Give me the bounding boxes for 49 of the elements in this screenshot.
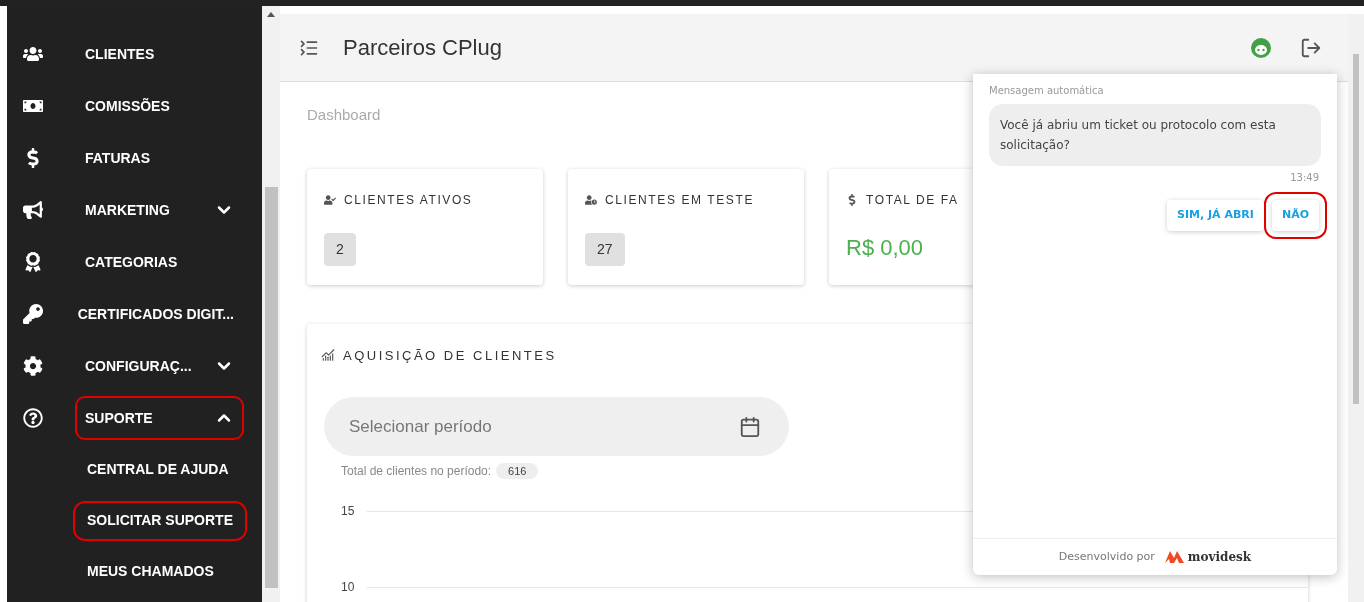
count-badge: 27 xyxy=(585,232,625,266)
card-title: CLIENTES ATIVOS xyxy=(344,191,473,209)
help-icon xyxy=(23,408,43,428)
period-input[interactable]: Selecionar período xyxy=(349,413,739,440)
user-check-icon xyxy=(324,193,336,206)
nav-item[interactable]: FATURAS xyxy=(75,136,244,180)
nav-subitem[interactable]: MEUS CHAMADOS xyxy=(73,551,228,592)
page-scrollbar[interactable] xyxy=(1348,14,1364,602)
nav-subitem[interactable]: CENTRAL DE AJUDA xyxy=(73,449,243,490)
nav-item[interactable]: CERTIFICADOS DIGIT... xyxy=(67,292,244,336)
total-label: Total de clientes no período: xyxy=(341,463,492,480)
nav-item[interactable]: CLIENTES xyxy=(75,32,244,76)
menu-icon[interactable] xyxy=(299,37,319,58)
nav-item[interactable]: MARKETING xyxy=(75,188,244,232)
support-agent-icon[interactable] xyxy=(1250,36,1272,59)
dollar-icon xyxy=(846,193,858,206)
axis-tick-label: 10 xyxy=(341,579,356,596)
message-bubble: Você já abriu um ticket ou protocolo com esta solicitação? xyxy=(989,104,1321,166)
users-icon xyxy=(23,44,43,64)
settings-icon xyxy=(23,356,43,376)
axis-tick-label: 15 xyxy=(341,503,356,520)
app-title: Parceiros CPlug xyxy=(343,34,502,62)
nav-item[interactable]: SUPORTE xyxy=(75,396,244,440)
nav-item[interactable]: CATEGORIAS xyxy=(75,240,244,284)
scroll-up-icon[interactable] xyxy=(267,12,275,17)
user-clock-icon xyxy=(585,193,597,206)
total-badge: 616 xyxy=(496,462,539,480)
nav-item[interactable]: COMISSÕES xyxy=(75,84,244,128)
logout-icon[interactable] xyxy=(1300,36,1322,59)
sender-label: Mensagem automática xyxy=(989,84,1105,98)
brand-name: movidesk xyxy=(1187,549,1252,566)
chart-icon xyxy=(321,348,335,363)
card-title: TOTAL DE FA xyxy=(866,191,959,209)
sidebar-scrollbar[interactable] xyxy=(262,6,280,602)
award-icon xyxy=(23,252,43,272)
message-time: 13:49 xyxy=(1290,171,1319,185)
nav-subitem[interactable]: SOLICITAR SUPORTE xyxy=(73,500,247,541)
key-icon xyxy=(23,304,43,324)
card-title: CLIENTES EM TESTE xyxy=(605,191,754,209)
section-title: AQUISIÇÃO DE CLIENTES xyxy=(343,346,557,365)
count-badge: 2 xyxy=(324,232,356,266)
brand-logo-icon xyxy=(1164,551,1184,563)
calendar-icon[interactable] xyxy=(739,415,761,438)
amount: R$ 0,00 xyxy=(846,233,925,262)
period-field[interactable]: Selecionar período xyxy=(324,397,789,456)
credit-text: Desenvolvido por xyxy=(1058,548,1155,565)
breadcrumb: Dashboard xyxy=(307,105,381,125)
nav-item[interactable]: CONFIGURAÇ... xyxy=(75,344,244,388)
megaphone-icon xyxy=(23,200,43,220)
